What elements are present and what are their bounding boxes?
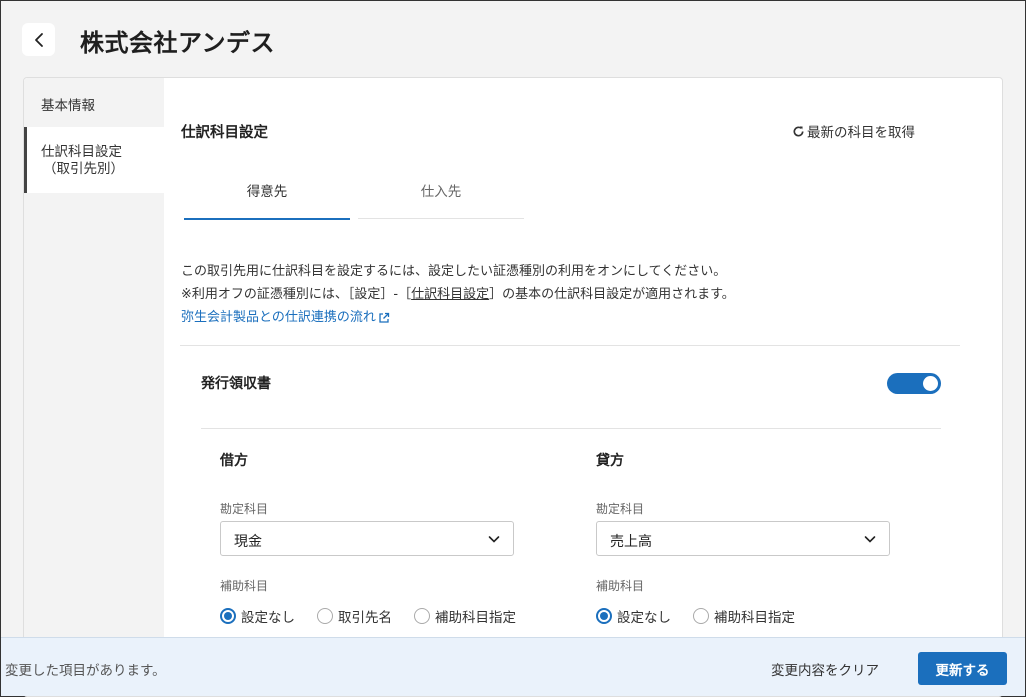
page-header: 株式会社アンデス — [1, 1, 1025, 77]
credit-column: 貸方 勘定科目 売上高 補助科目 設定なし 補助科目指定 — [596, 450, 896, 626]
receipt-enable-toggle[interactable] — [887, 373, 941, 394]
radio-icon — [596, 608, 612, 624]
sidebar-item-label: 基本情報 — [41, 98, 95, 114]
debit-column: 借方 勘定科目 現金 補助科目 設定なし 取引先名 補助科目指定 — [220, 450, 520, 626]
flow-help-link[interactable]: 弥生会計製品との仕訳連携の流れ — [181, 306, 390, 329]
radio-label: 補助科目指定 — [714, 610, 795, 626]
page-title: 株式会社アンデス — [80, 29, 276, 57]
radio-debit-partner-name[interactable]: 取引先名 — [317, 606, 392, 626]
debit-title: 借方 — [220, 453, 248, 469]
radio-icon — [317, 608, 333, 624]
radio-label: 設定なし — [241, 610, 295, 626]
radio-icon — [414, 608, 430, 624]
credit-account-label: 勘定科目 — [596, 502, 645, 516]
section-title: 仕訳科目設定 — [181, 125, 268, 141]
radio-icon — [693, 608, 709, 624]
credit-sub-account-label: 補助科目 — [596, 579, 645, 593]
chevron-down-icon — [488, 536, 500, 543]
credit-title: 貸方 — [596, 453, 624, 469]
sidebar-item-label: 仕訳科目設定 — [41, 144, 122, 160]
credit-account-select[interactable]: 売上高 — [596, 521, 890, 556]
credit-account-value: 売上高 — [610, 534, 652, 550]
debit-account-value: 現金 — [234, 534, 262, 550]
sidebar-item-sublabel: （取引先別） — [43, 161, 124, 177]
description-text: ※利用オフの証憑種別には、［設定］-［ — [181, 287, 412, 302]
clear-changes-button[interactable]: 変更内容をクリア — [771, 659, 879, 679]
back-button[interactable] — [22, 23, 55, 56]
chevron-left-icon — [34, 32, 43, 47]
update-button[interactable]: 更新する — [918, 652, 1007, 685]
divider — [180, 345, 960, 346]
description-text: ］の基本の仕訳科目設定が適用されます。 — [489, 287, 735, 302]
radio-debit-specify[interactable]: 補助科目指定 — [414, 606, 516, 626]
chevron-down-icon — [864, 536, 876, 543]
refresh-accounts-link[interactable]: 最新の科目を取得 — [792, 121, 915, 141]
tab-customer[interactable]: 得意先 — [184, 160, 350, 220]
journal-settings-link[interactable]: 仕訳科目設定 — [411, 287, 489, 302]
debit-account-label: 勘定科目 — [220, 502, 269, 516]
tab-supplier[interactable]: 仕入先 — [358, 160, 524, 219]
settings-card: 基本情報 仕訳科目設定 （取引先別） 仕訳科目設定 最新の科目を取得 得意先 仕… — [23, 77, 1003, 697]
divider — [201, 428, 941, 429]
debit-sub-account-options: 設定なし 取引先名 補助科目指定 — [220, 606, 538, 626]
credit-sub-account-options: 設定なし 補助科目指定 — [596, 606, 817, 626]
receipt-section-title: 発行領収書 — [201, 376, 271, 392]
unsaved-changes-message: 変更した項目があります。 — [5, 663, 166, 679]
radio-debit-none[interactable]: 設定なし — [220, 606, 295, 626]
description-line-1: この取引先用に仕訳科目を設定するには、設定したい証憑種別の利用をオンにしてくださ… — [181, 264, 727, 279]
sidebar-item-basic-info[interactable]: 基本情報 — [24, 78, 164, 127]
footer-bar: 変更した項目があります。 変更内容をクリア 更新する — [1, 637, 1025, 696]
radio-label: 設定なし — [617, 610, 671, 626]
flow-help-link-label: 弥生会計製品との仕訳連携の流れ — [181, 310, 376, 325]
debit-account-select[interactable]: 現金 — [220, 521, 514, 556]
radio-credit-specify[interactable]: 補助科目指定 — [693, 606, 795, 626]
sidebar-item-journal-settings[interactable]: 仕訳科目設定 （取引先別） — [24, 127, 164, 193]
sidebar: 基本情報 仕訳科目設定 （取引先別） — [24, 78, 164, 696]
radio-icon — [220, 608, 236, 624]
description: この取引先用に仕訳科目を設定するには、設定したい証憑種別の利用をオンにしてくださ… — [181, 260, 735, 329]
refresh-label: 最新の科目を取得 — [807, 125, 915, 141]
description-line-2: ※利用オフの証憑種別には、［設定］-［仕訳科目設定］の基本の仕訳科目設定が適用さ… — [181, 283, 735, 306]
main-panel: 仕訳科目設定 最新の科目を取得 得意先 仕入先 この取引先用に仕訳科目を設定する… — [164, 78, 1002, 696]
debit-sub-account-label: 補助科目 — [220, 579, 269, 593]
toggle-knob — [923, 376, 938, 391]
radio-label: 取引先名 — [338, 610, 392, 626]
refresh-icon — [793, 125, 804, 137]
radio-label: 補助科目指定 — [435, 610, 516, 626]
external-link-icon — [379, 312, 390, 323]
radio-credit-none[interactable]: 設定なし — [596, 606, 671, 626]
